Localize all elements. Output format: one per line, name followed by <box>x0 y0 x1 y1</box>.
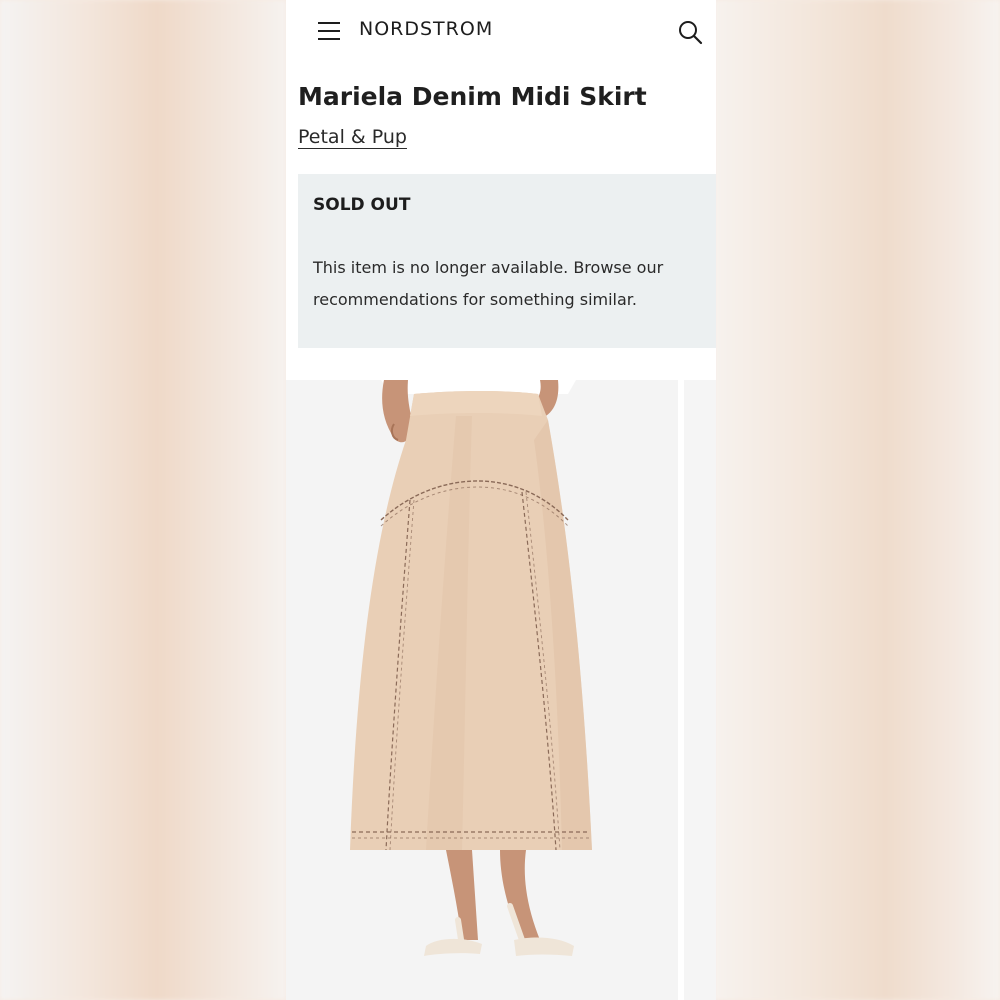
sold-out-message: This item is no longer available. Browse… <box>313 258 664 309</box>
hamburger-menu-icon[interactable] <box>316 20 342 42</box>
sold-out-notice: SOLD OUT This item is no longer availabl… <box>298 174 716 348</box>
top-navigation-bar: NORDSTROM <box>286 0 716 64</box>
mobile-page: NORDSTROM Mariela Denim Midi Skirt Petal… <box>286 0 716 1000</box>
screenshot-stage: NORDSTROM Mariela Denim Midi Skirt Petal… <box>0 0 1000 1000</box>
sold-out-label: SOLD OUT <box>313 195 411 215</box>
product-brand-link[interactable]: Petal & Pup <box>298 126 407 148</box>
next-product-image-peek[interactable] <box>684 380 716 1000</box>
product-title: Mariela Denim Midi Skirt <box>298 82 647 111</box>
brand-logo[interactable]: NORDSTROM <box>359 18 493 40</box>
blurred-background-left <box>0 0 286 1000</box>
product-image[interactable] <box>286 380 678 1000</box>
blurred-background-right <box>714 0 1000 1000</box>
search-icon[interactable] <box>676 18 704 46</box>
skirt-illustration <box>350 380 592 956</box>
